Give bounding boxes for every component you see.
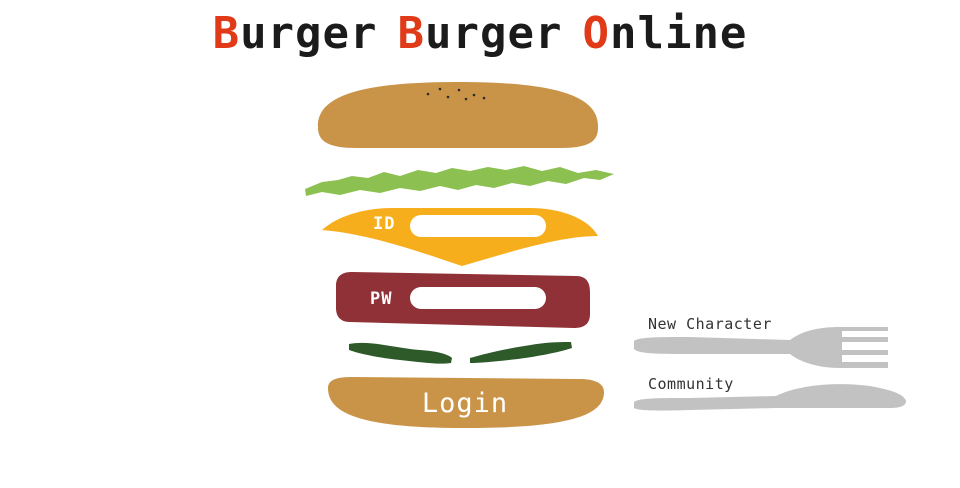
id-label: ID xyxy=(373,214,396,234)
new-character-link[interactable]: New Character xyxy=(648,315,772,333)
community-link[interactable]: Community xyxy=(648,375,734,393)
fork-icon xyxy=(634,327,888,368)
lettuce-icon xyxy=(305,166,614,196)
id-input[interactable] xyxy=(410,215,546,237)
password-input[interactable] xyxy=(410,287,546,309)
login-button[interactable]: Login xyxy=(360,384,570,422)
pw-label: PW xyxy=(370,289,393,309)
bun-top-icon xyxy=(317,82,599,148)
pickle-icon xyxy=(349,342,572,364)
